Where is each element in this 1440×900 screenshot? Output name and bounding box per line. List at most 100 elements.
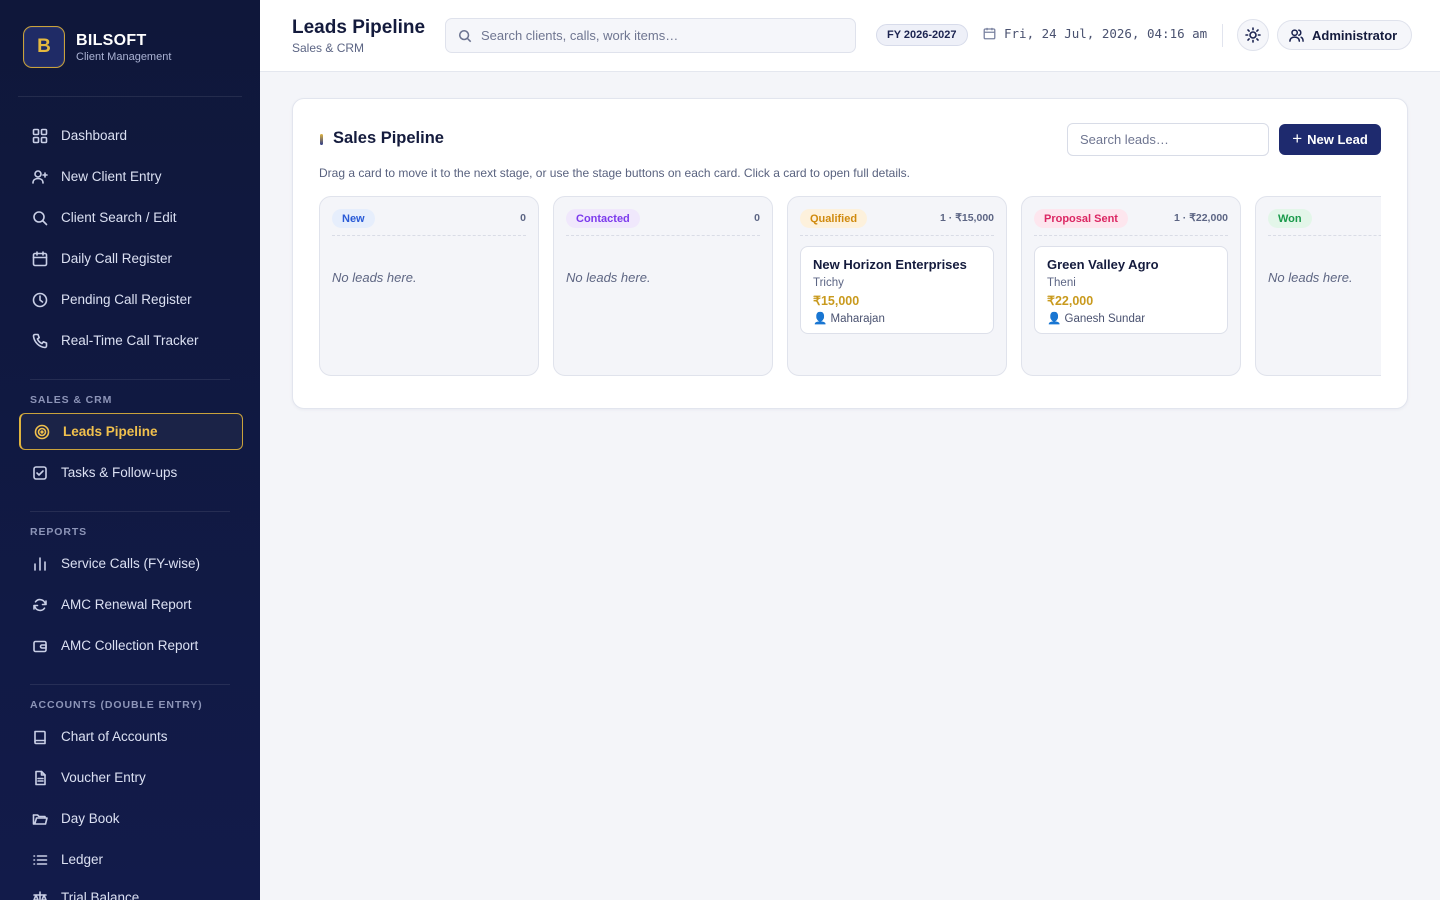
sidebar-item-service-calls[interactable]: Service Calls (FY-wise) <box>19 545 243 582</box>
calendar-icon <box>31 250 49 268</box>
refresh-icon <box>31 596 49 614</box>
scale-icon <box>31 889 49 900</box>
new-lead-button[interactable]: + New Lead <box>1279 124 1381 155</box>
section-divider <box>30 379 230 380</box>
stage-pill-contacted: Contacted <box>566 209 640 228</box>
plus-icon: + <box>1292 128 1303 148</box>
sidebar-item-dashboard[interactable]: Dashboard <box>19 117 243 154</box>
sidebar-item-chart-of-accounts[interactable]: Chart of Accounts <box>19 718 243 755</box>
user-plus-icon <box>31 168 49 186</box>
sidebar-item-daily-call-register[interactable]: Daily Call Register <box>19 240 243 277</box>
stage-pill-new: New <box>332 209 375 228</box>
stage-column-won[interactable]: Won No leads here. <box>1255 196 1381 376</box>
stage-column-proposal-sent[interactable]: Proposal Sent 1 · ₹22,000 Green Valley A… <box>1021 196 1241 376</box>
global-search[interactable] <box>445 18 856 53</box>
sidebar-item-label: Ledger <box>61 852 104 867</box>
title-accent <box>320 134 323 145</box>
user-menu-button[interactable]: Administrator <box>1277 20 1413 50</box>
lead-owner: 👤 Maharajan <box>813 313 885 325</box>
brand-name: BILSOFT <box>76 31 147 49</box>
column-header: Proposal Sent 1 · ₹22,000 <box>1034 209 1228 236</box>
bar-chart-icon <box>31 555 49 573</box>
stage-pill-qualified: Qualified <box>800 209 868 228</box>
lead-amount: ₹15,000 <box>813 294 860 308</box>
pipeline-title: Sales Pipeline <box>333 129 444 147</box>
header-divider <box>1222 24 1223 47</box>
sidebar-item-new-client-entry[interactable]: New Client Entry <box>19 158 243 195</box>
stage-count: 1 · ₹15,000 <box>940 212 994 224</box>
file-text-icon <box>31 769 49 787</box>
sidebar-item-leads-pipeline[interactable]: Leads Pipeline <box>19 413 243 450</box>
brand[interactable]: B BILSOFT Client Management <box>23 26 171 68</box>
fy-badge[interactable]: FY 2026-2027 <box>876 24 968 46</box>
top-header: Leads Pipeline Sales & CRM FY 2026-2027 … <box>260 0 1440 72</box>
lead-name: New Horizon Enterprises <box>813 257 967 272</box>
section-title-reports: REPORTS <box>30 526 88 538</box>
stage-column-new[interactable]: New 0 No leads here. <box>319 196 539 376</box>
pipeline-card: Sales Pipeline + New Lead Drag a card to… <box>292 98 1408 409</box>
page-title: Leads Pipeline <box>292 17 426 38</box>
sidebar-item-label: Tasks & Follow-ups <box>61 465 178 480</box>
list-icon <box>31 851 49 869</box>
lead-name: Green Valley Agro <box>1047 257 1159 272</box>
sidebar-divider <box>18 96 242 97</box>
lead-amount: ₹22,000 <box>1047 294 1094 308</box>
sidebar-item-label: Leads Pipeline <box>63 424 158 439</box>
section-title-accounts: ACCOUNTS (DOUBLE ENTRY) <box>30 699 203 711</box>
sidebar-item-trial-balance[interactable]: Trial Balance <box>19 879 243 900</box>
column-header: Won <box>1268 209 1381 236</box>
lead-search-input[interactable] <box>1067 123 1269 156</box>
sidebar-item-pending-call-register[interactable]: Pending Call Register <box>19 281 243 318</box>
sidebar-item-day-book[interactable]: Day Book <box>19 800 243 837</box>
stage-count: 0 <box>754 212 760 224</box>
stage-pill-proposal: Proposal Sent <box>1034 209 1128 228</box>
sidebar-item-label: AMC Renewal Report <box>61 597 192 612</box>
stage-column-qualified[interactable]: Qualified 1 · ₹15,000 New Horizon Enterp… <box>787 196 1007 376</box>
sidebar-item-client-search[interactable]: Client Search / Edit <box>19 199 243 236</box>
column-header: Contacted 0 <box>566 209 760 236</box>
page-subtitle: Sales & CRM <box>292 41 365 55</box>
calendar-icon <box>983 27 996 40</box>
sidebar-item-label: Daily Call Register <box>61 251 173 266</box>
book-icon <box>31 728 49 746</box>
lead-owner: 👤 Ganesh Sundar <box>1047 313 1146 325</box>
pipeline-help-text: Drag a card to move it to the next stage… <box>319 166 910 180</box>
sidebar-item-label: Chart of Accounts <box>61 729 168 744</box>
kanban-board[interactable]: New 0 No leads here. Contacted 0 No lead… <box>319 196 1381 377</box>
stage-count: 1 · ₹22,000 <box>1174 212 1228 224</box>
sidebar-item-label: Service Calls (FY-wise) <box>61 556 201 571</box>
grid-icon <box>31 127 49 145</box>
search-icon <box>458 29 472 42</box>
sidebar-item-label: Client Search / Edit <box>61 210 177 225</box>
lead-card[interactable]: Green Valley Agro Theni ₹22,000 👤 Ganesh… <box>1034 246 1228 334</box>
lead-card[interactable]: New Horizon Enterprises Trichy ₹15,000 👤… <box>800 246 994 334</box>
brand-subtitle: Client Management <box>76 50 172 63</box>
sidebar-item-label: Real-Time Call Tracker <box>61 333 199 348</box>
sidebar-item-amc-renewal[interactable]: AMC Renewal Report <box>19 586 243 623</box>
sidebar-item-label: Voucher Entry <box>61 770 146 785</box>
lead-city: Theni <box>1047 277 1076 289</box>
sidebar-item-amc-collection[interactable]: AMC Collection Report <box>19 627 243 664</box>
phone-icon <box>31 332 49 350</box>
datetime-text: Fri, 24 Jul, 2026, 04:16 am <box>1004 26 1208 41</box>
users-icon <box>1289 28 1304 42</box>
sidebar-item-tasks[interactable]: Tasks & Follow-ups <box>19 454 243 491</box>
sidebar-item-call-tracker[interactable]: Real-Time Call Tracker <box>19 322 243 359</box>
theme-toggle-button[interactable] <box>1237 19 1269 51</box>
stage-count: 0 <box>520 212 526 224</box>
sidebar-item-label: Day Book <box>61 811 120 826</box>
global-search-input[interactable] <box>481 28 841 43</box>
wallet-icon <box>31 637 49 655</box>
sidebar-item-voucher-entry[interactable]: Voucher Entry <box>19 759 243 796</box>
sun-icon <box>1245 27 1261 43</box>
checkbox-icon <box>31 464 49 482</box>
column-header: New 0 <box>332 209 526 236</box>
sidebar-item-label: Pending Call Register <box>61 292 192 307</box>
sidebar-item-label: Trial Balance <box>61 890 140 900</box>
sidebar-item-label: Dashboard <box>61 128 128 143</box>
sidebar-item-ledger[interactable]: Ledger <box>19 841 243 878</box>
stage-pill-won: Won <box>1268 209 1312 228</box>
section-title-sales: SALES & CRM <box>30 394 113 406</box>
user-name: Administrator <box>1312 27 1398 43</box>
stage-column-contacted[interactable]: Contacted 0 No leads here. <box>553 196 773 376</box>
